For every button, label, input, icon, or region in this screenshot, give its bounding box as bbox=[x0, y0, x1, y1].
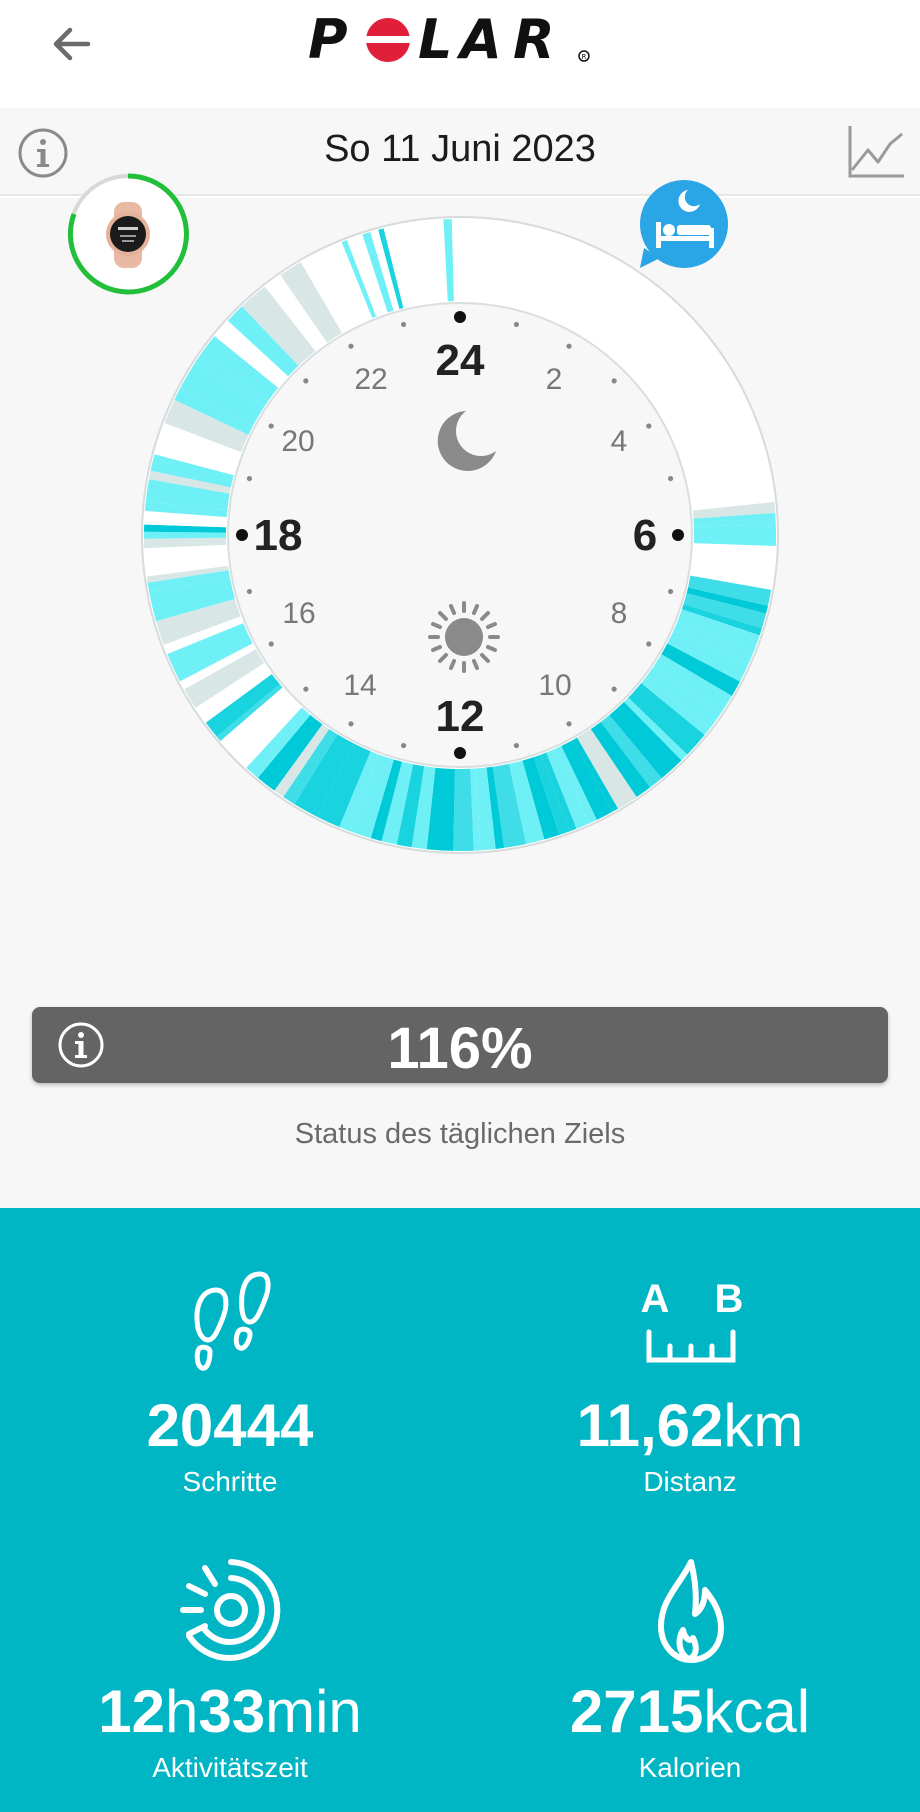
hour-tick bbox=[400, 742, 407, 749]
hour-label-22: 22 bbox=[354, 363, 387, 396]
hour-tick bbox=[611, 686, 617, 692]
activity-hours-unit: h bbox=[164, 1678, 199, 1745]
svg-text:A: A bbox=[456, 8, 502, 70]
hour-tick bbox=[646, 423, 652, 429]
distance-label: Distanz bbox=[643, 1466, 737, 1497]
daily-goal-label: Status des täglichen Ziels bbox=[294, 1118, 626, 1150]
svg-text:P: P bbox=[308, 8, 348, 70]
flame-icon bbox=[658, 1559, 724, 1663]
hour-tick bbox=[667, 588, 674, 595]
hour-tick bbox=[348, 721, 354, 727]
svg-text:L: L bbox=[418, 8, 452, 70]
hour-label-14: 14 bbox=[343, 669, 376, 702]
hour-label-16: 16 bbox=[282, 597, 315, 630]
hour-tick bbox=[268, 641, 274, 647]
arrow-left-icon bbox=[53, 27, 91, 61]
hour-tick bbox=[611, 378, 617, 384]
activity-screen: P L A R R So 11 Juni 2023 24 2 4 6 8 10 … bbox=[0, 0, 920, 1812]
stat-steps[interactable]: 20444 Schritte bbox=[0, 1270, 460, 1498]
hour-tick bbox=[246, 588, 253, 595]
hour-tick bbox=[646, 641, 652, 647]
hour-tick bbox=[303, 686, 309, 692]
hour-label-6: 6 bbox=[633, 511, 657, 560]
distance-value: 11,62 bbox=[576, 1392, 724, 1459]
hour-tick bbox=[513, 742, 520, 749]
activity-dial[interactable]: 24 2 4 6 8 10 12 14 16 18 20 22 bbox=[138, 213, 782, 857]
device-progress-badge[interactable] bbox=[66, 172, 190, 296]
hour-tick bbox=[566, 721, 572, 727]
hour-tick bbox=[268, 423, 274, 429]
activity-value-row: 12h33min bbox=[0, 1682, 460, 1742]
hour-tick bbox=[672, 529, 684, 541]
ring-segment bbox=[453, 768, 474, 851]
stat-activity-time[interactable]: 12h33min Aktivitätszeit bbox=[0, 1556, 460, 1784]
distance-unit: km bbox=[723, 1392, 804, 1459]
calories-unit: kcal bbox=[703, 1678, 811, 1745]
calories-value: 2715 bbox=[569, 1678, 704, 1745]
hour-tick bbox=[348, 343, 354, 349]
calories-value-row: 2715kcal bbox=[460, 1682, 920, 1742]
hour-label-10: 10 bbox=[538, 669, 571, 702]
sleep-button[interactable] bbox=[636, 178, 730, 272]
top-bar: P L A R R bbox=[0, 0, 920, 108]
activity-hours: 12 bbox=[98, 1678, 165, 1745]
distance-icon-a: A bbox=[641, 1277, 670, 1321]
ring-segment bbox=[144, 531, 227, 539]
hour-label-8: 8 bbox=[611, 597, 628, 630]
line-chart-icon[interactable] bbox=[844, 120, 908, 184]
daily-goal-bar[interactable]: 116% bbox=[32, 1007, 888, 1083]
hour-label-20: 20 bbox=[281, 425, 314, 458]
hour-tick bbox=[667, 475, 674, 482]
steps-value: 20444 bbox=[146, 1392, 314, 1459]
hour-tick bbox=[513, 321, 520, 328]
daily-goal-value: 116% bbox=[387, 1016, 533, 1081]
hour-label-24: 24 bbox=[436, 336, 485, 385]
activity-minutes: 33 bbox=[198, 1678, 266, 1745]
activity-time-icon bbox=[180, 1559, 281, 1661]
activity-minutes-unit: min bbox=[265, 1678, 362, 1745]
hour-label-2: 2 bbox=[546, 363, 563, 396]
stat-calories[interactable]: 2715kcal Kalorien bbox=[460, 1556, 920, 1784]
calories-label: Kalorien bbox=[638, 1752, 742, 1783]
hour-tick bbox=[303, 378, 309, 384]
distance-ab-icon: A B bbox=[641, 1277, 744, 1363]
stat-distance[interactable]: A B 11,62km Distanz bbox=[460, 1270, 920, 1498]
hour-label-4: 4 bbox=[611, 425, 628, 458]
hour-tick bbox=[246, 475, 253, 482]
stats-panel: 20444 Schritte A B 11,62km Distanz 12h33… bbox=[0, 1208, 920, 1812]
hour-label-12: 12 bbox=[436, 692, 485, 741]
activity-label: Aktivitätszeit bbox=[152, 1752, 308, 1783]
hour-tick bbox=[236, 529, 248, 541]
hour-tick bbox=[400, 321, 407, 328]
hour-tick bbox=[566, 343, 572, 349]
hour-tick bbox=[454, 747, 466, 759]
hour-label-18: 18 bbox=[254, 511, 303, 560]
back-button[interactable] bbox=[36, 8, 108, 80]
svg-text:R: R bbox=[513, 8, 555, 70]
svg-text:R: R bbox=[582, 53, 587, 61]
ring-segment bbox=[693, 523, 776, 547]
activity-overview: 24 2 4 6 8 10 12 14 16 18 20 22 116% Sta… bbox=[0, 173, 920, 1208]
polar-logo: P L A R R bbox=[308, 8, 590, 70]
distance-icon-b: B bbox=[715, 1277, 744, 1321]
distance-value-row: 11,62km bbox=[460, 1396, 920, 1456]
date-label: So 11 Juni 2023 bbox=[324, 128, 596, 170]
footprints-icon bbox=[194, 1271, 271, 1371]
hour-tick bbox=[454, 311, 466, 323]
steps-label: Schritte bbox=[182, 1466, 278, 1497]
